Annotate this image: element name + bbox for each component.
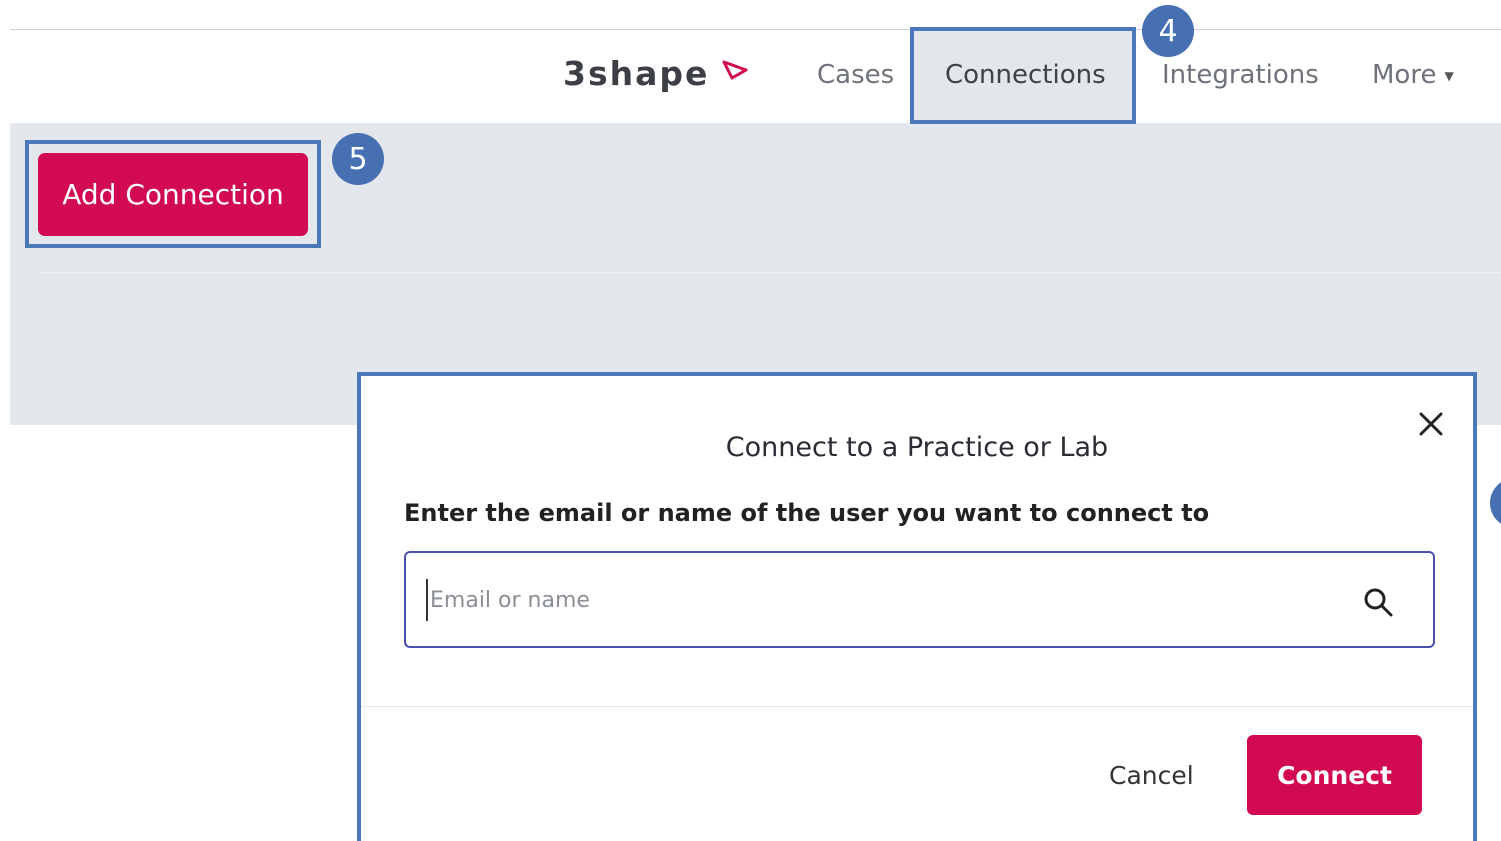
- dialog-footer-divider: [361, 706, 1473, 707]
- chevron-down-icon: ▼: [1444, 68, 1454, 83]
- search-icon[interactable]: [1361, 585, 1395, 619]
- highlight-box-step5: [25, 140, 321, 248]
- logo-mark-icon: [722, 60, 748, 80]
- nav-item-integrations[interactable]: Integrations: [1162, 60, 1319, 90]
- search-field-label: Enter the email or name of the user you …: [404, 499, 1210, 527]
- brand-logo[interactable]: 3shape: [563, 54, 709, 93]
- cancel-button[interactable]: Cancel: [1109, 761, 1194, 790]
- connect-dialog: Connect to a Practice or Lab Enter the e…: [357, 372, 1477, 841]
- highlight-box-step4: [910, 27, 1136, 124]
- nav-item-label: More: [1372, 60, 1437, 90]
- nav-item-cases[interactable]: Cases: [817, 60, 894, 90]
- connect-button[interactable]: Connect: [1247, 735, 1422, 815]
- search-input[interactable]: [426, 579, 1326, 621]
- header-divider: [10, 29, 1501, 30]
- content-divider: [38, 272, 1501, 273]
- nav-item-more[interactable]: More ▼: [1372, 60, 1454, 90]
- search-field[interactable]: [404, 551, 1435, 648]
- close-icon[interactable]: [1413, 406, 1449, 442]
- step-badge-4: 4: [1142, 5, 1194, 57]
- step-badge-6: [1490, 478, 1501, 528]
- dialog-title: Connect to a Practice or Lab: [725, 432, 1109, 463]
- nav-item-label: Integrations: [1162, 60, 1319, 90]
- nav-item-label: Cases: [817, 60, 895, 90]
- step-badge-5: 5: [332, 133, 384, 185]
